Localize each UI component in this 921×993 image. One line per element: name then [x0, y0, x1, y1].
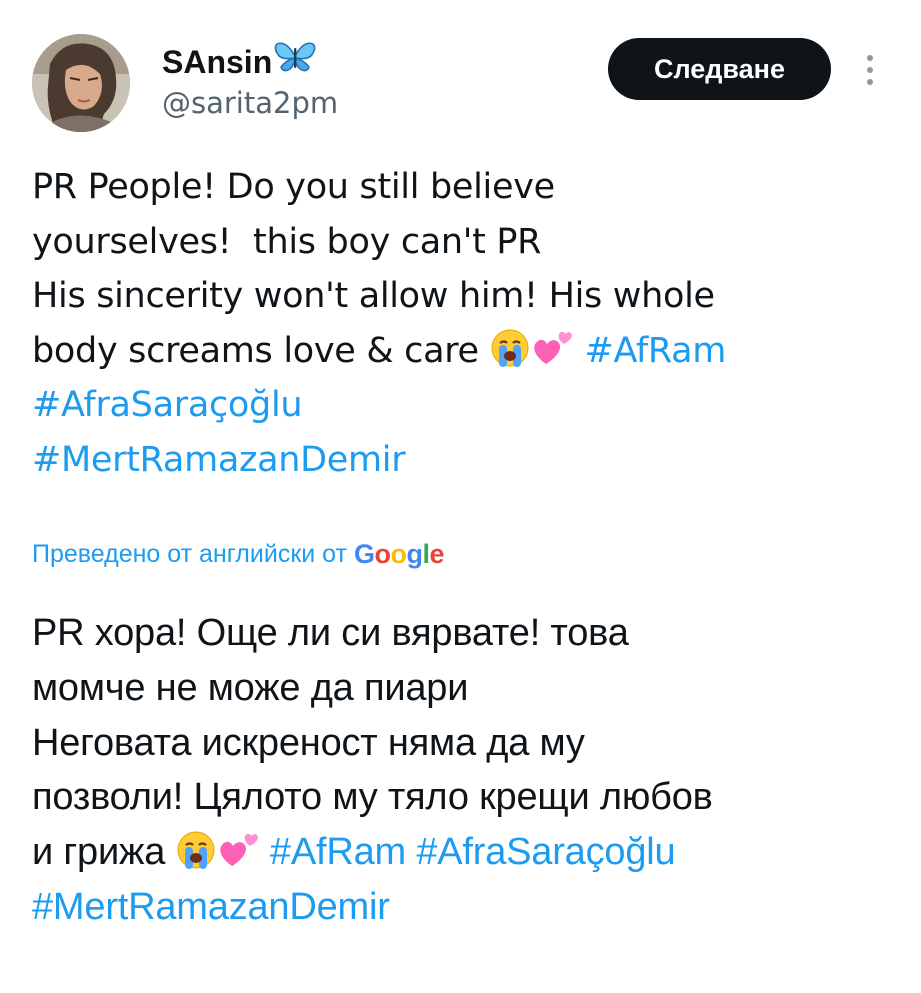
tweet-text: PR People! Do you still believe yourselv…	[32, 160, 892, 487]
translation-attribution[interactable]: Преведено от английски от Google	[32, 536, 445, 572]
hashtag-mertramazandemir[interactable]: #MertRamazanDemir	[32, 440, 406, 480]
google-logo: Google	[353, 539, 445, 569]
translated-line-4: позволи! Цялото му тяло крещи любов	[32, 776, 713, 819]
translated-line-1: PR хора! Още ли си вярвате! това	[32, 612, 629, 654]
translated-text: PR хора! Още ли си вярвате! това момче н…	[32, 606, 892, 935]
translated-line-3: Неговата искреност няма да му	[32, 721, 585, 764]
two-hearts-icon	[218, 830, 260, 870]
tweet-line-1: PR People! Do you still believe	[32, 167, 555, 207]
display-name[interactable]: SAnsin	[162, 40, 316, 83]
hashtag-afrasaracoglu[interactable]: #AfraSaraçoğlu	[416, 831, 675, 873]
avatar-image	[32, 34, 130, 132]
loudly-crying-face-icon	[176, 830, 218, 870]
hashtag-mertramazandemir[interactable]: #MertRamazanDemir	[32, 886, 390, 928]
hashtag-afram[interactable]: #AfRam	[584, 331, 726, 371]
translation-label: Преведено от английски от	[32, 540, 347, 568]
avatar[interactable]	[32, 34, 130, 132]
loudly-crying-face-icon	[490, 328, 532, 368]
butterfly-icon	[274, 40, 316, 83]
display-name-text: SAnsin	[162, 43, 273, 80]
hashtag-afram[interactable]: #AfRam	[270, 831, 406, 873]
tweet-line-4: body screams love & care	[32, 330, 490, 371]
user-handle[interactable]: @sarita2pm	[162, 84, 338, 122]
tweet-line-2: yourselves! this boy can't PR	[32, 221, 542, 262]
follow-button[interactable]: Следване	[608, 38, 831, 100]
tweet-line-3: His sincerity won't allow him! His whole	[32, 276, 715, 316]
translated-line-5: и грижа	[32, 831, 176, 874]
hashtag-afrasaracoglu[interactable]: #AfraSaraçoğlu	[32, 385, 303, 425]
translated-line-2: момче не може да пиари	[32, 666, 469, 709]
more-vertical-icon[interactable]	[858, 50, 882, 90]
two-hearts-icon	[532, 328, 574, 368]
